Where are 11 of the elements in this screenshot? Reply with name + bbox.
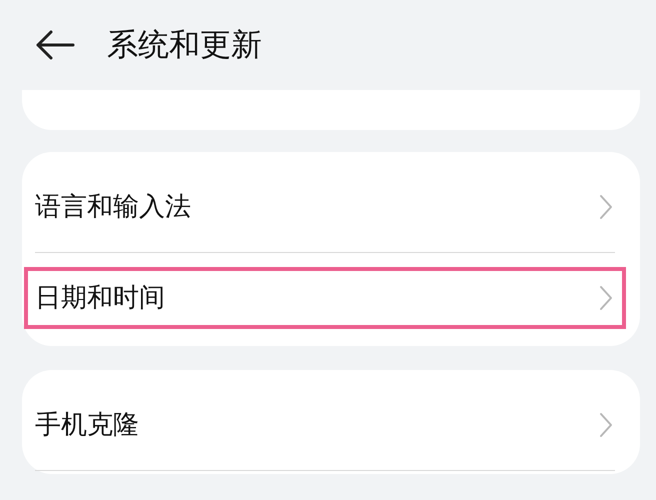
chevron-icon xyxy=(599,412,613,438)
row-label: 日期和时间 xyxy=(35,282,165,314)
settings-row[interactable]: 手机克隆 xyxy=(35,380,627,470)
chevron-icon xyxy=(599,194,613,220)
settings-row[interactable]: 语言和输入法 xyxy=(35,162,627,252)
chevron-icon xyxy=(599,285,613,311)
page-title: 系统和更新 xyxy=(107,26,262,65)
row-label: 手机克隆 xyxy=(35,408,139,442)
back-arrow-icon xyxy=(35,30,75,60)
settings-row[interactable]: 日期和时间 xyxy=(35,253,627,343)
row-label: 语言和输入法 xyxy=(35,190,191,224)
